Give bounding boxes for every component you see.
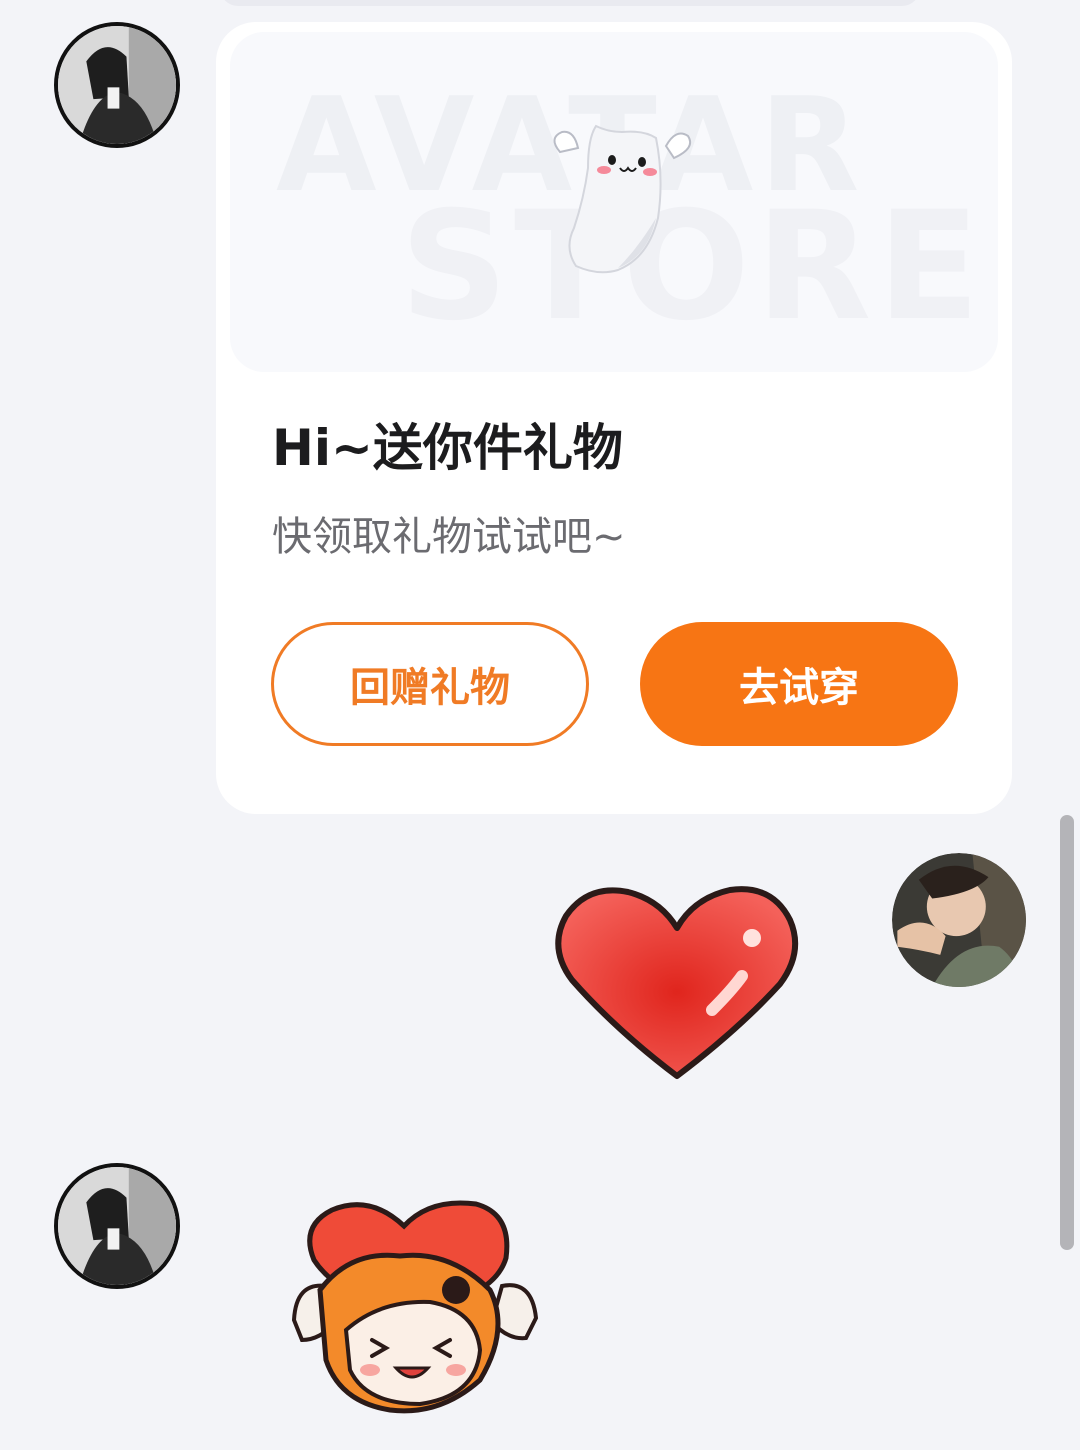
- scrollbar[interactable]: [1060, 815, 1074, 1250]
- heart-sticker[interactable]: [552, 880, 802, 1080]
- heart-hug-sticker[interactable]: [280, 1190, 550, 1430]
- avatar-photo: [892, 853, 1026, 987]
- gift-card: AVATAR STORE Hi~送你件礼物 快领取礼物试试吧~ 回赠礼物 去试穿: [216, 22, 1012, 814]
- gift-card-subtitle: 快领取礼物试试吧~: [272, 514, 626, 560]
- avatar-photo: [58, 1167, 176, 1285]
- previous-message-bubble: [220, 0, 920, 6]
- avatar-photo: [58, 26, 176, 144]
- chat-screen: AVATAR STORE Hi~送你件礼物 快领取礼物试试吧~ 回赠礼物 去试穿: [0, 0, 1080, 1450]
- ghost-mascot-icon: [553, 124, 692, 274]
- try-on-button[interactable]: 去试穿: [640, 622, 958, 746]
- sender-avatar[interactable]: [54, 22, 180, 148]
- my-avatar[interactable]: [892, 853, 1026, 987]
- return-gift-button[interactable]: 回赠礼物: [271, 622, 589, 746]
- gift-card-title: Hi~送你件礼物: [272, 419, 623, 477]
- sender-avatar[interactable]: [54, 1163, 180, 1289]
- avatar-store-banner: AVATAR STORE: [230, 32, 998, 372]
